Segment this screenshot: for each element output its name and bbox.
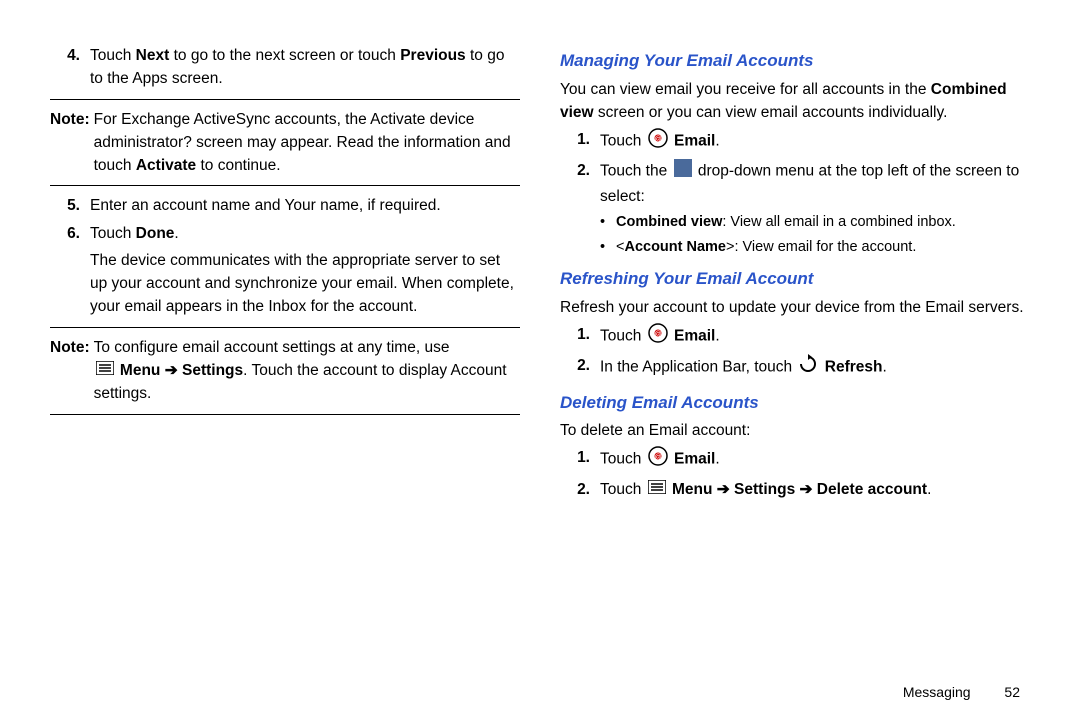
step-body: Touch Done. The device communicates with… (90, 222, 520, 319)
step-body: Touch Menu ➔ Settings ➔ Delete account. (600, 478, 1030, 502)
divider (50, 327, 520, 328)
step-body: Touch @ Email. (600, 323, 1030, 350)
step-body: Touch the drop-down menu at the top left… (600, 159, 1030, 208)
step-number: 4. (50, 44, 90, 91)
heading-deleting: Deleting Email Accounts (560, 390, 1030, 416)
step-number: 6. (50, 222, 90, 319)
email-app-icon: @ (648, 446, 668, 473)
bullet-account: • <Account Name>: View email for the acc… (600, 237, 1030, 259)
step-number: 1. (560, 128, 600, 155)
email-app-icon: @ (648, 323, 668, 350)
refresh-icon (798, 354, 818, 381)
heading-managing: Managing Your Email Accounts (560, 48, 1030, 74)
para-managing: You can view email you receive for all a… (560, 78, 1030, 125)
step-number: 2. (560, 354, 600, 381)
note-body: For Exchange ActiveSync accounts, the Ac… (94, 108, 520, 178)
step-body: In the Application Bar, touch Refresh. (600, 354, 1030, 381)
step-5: 5. Enter an account name and Your name, … (50, 194, 520, 217)
step-body: Touch Next to go to the next screen or t… (90, 44, 520, 91)
divider (50, 414, 520, 415)
bullet-combined: • Combined view: View all email in a com… (600, 212, 1030, 234)
svg-text:@: @ (654, 454, 661, 461)
svg-text:@: @ (654, 331, 661, 338)
step-body: Touch @ Email. (600, 128, 1030, 155)
step-body: Touch @ Email. (600, 446, 1030, 473)
delete-step-1: 1. Touch @ Email. (560, 446, 1030, 473)
refresh-step-1: 1. Touch @ Email. (560, 323, 1030, 350)
heading-refreshing: Refreshing Your Email Account (560, 266, 1030, 292)
bullet-list: • Combined view: View all email in a com… (600, 212, 1030, 259)
refresh-step-2: 2. In the Application Bar, touch Refresh… (560, 354, 1030, 381)
step-6: 6. Touch Done. The device communicates w… (50, 222, 520, 319)
delete-step-2: 2. Touch Menu ➔ Settings ➔ Delete accoun… (560, 478, 1030, 502)
step-continuation: The device communicates with the appropr… (90, 249, 520, 319)
menu-icon (96, 359, 114, 382)
manual-page: 4. Touch Next to go to the next screen o… (0, 0, 1080, 700)
divider (50, 99, 520, 100)
step-number: 2. (560, 478, 600, 502)
dropdown-icon (674, 159, 692, 184)
footer-section: Messaging (903, 684, 971, 700)
step-body: Enter an account name and Your name, if … (90, 194, 520, 217)
divider (50, 185, 520, 186)
managing-step-1: 1. Touch @ Email. (560, 128, 1030, 155)
note-label: Note: (50, 108, 94, 178)
right-column: Managing Your Email Accounts You can vie… (540, 40, 1030, 670)
svg-text:@: @ (654, 136, 661, 143)
step-4: 4. Touch Next to go to the next screen o… (50, 44, 520, 91)
note-body: To configure email account settings at a… (94, 336, 520, 406)
email-app-icon: @ (648, 128, 668, 155)
left-column: 4. Touch Next to go to the next screen o… (50, 40, 540, 670)
footer-page-number: 52 (1004, 684, 1020, 700)
note-1: Note: For Exchange ActiveSync accounts, … (50, 108, 520, 178)
step-number: 5. (50, 194, 90, 217)
note-2: Note: To configure email account setting… (50, 336, 520, 406)
para-refreshing: Refresh your account to update your devi… (560, 296, 1030, 319)
managing-step-2: 2. Touch the drop-down menu at the top l… (560, 159, 1030, 208)
step-number: 1. (560, 446, 600, 473)
para-deleting: To delete an Email account: (560, 419, 1030, 442)
menu-icon (648, 478, 666, 501)
step-number: 1. (560, 323, 600, 350)
note-label: Note: (50, 336, 94, 406)
page-footer: Messaging 52 (903, 684, 1020, 700)
step-number: 2. (560, 159, 600, 208)
